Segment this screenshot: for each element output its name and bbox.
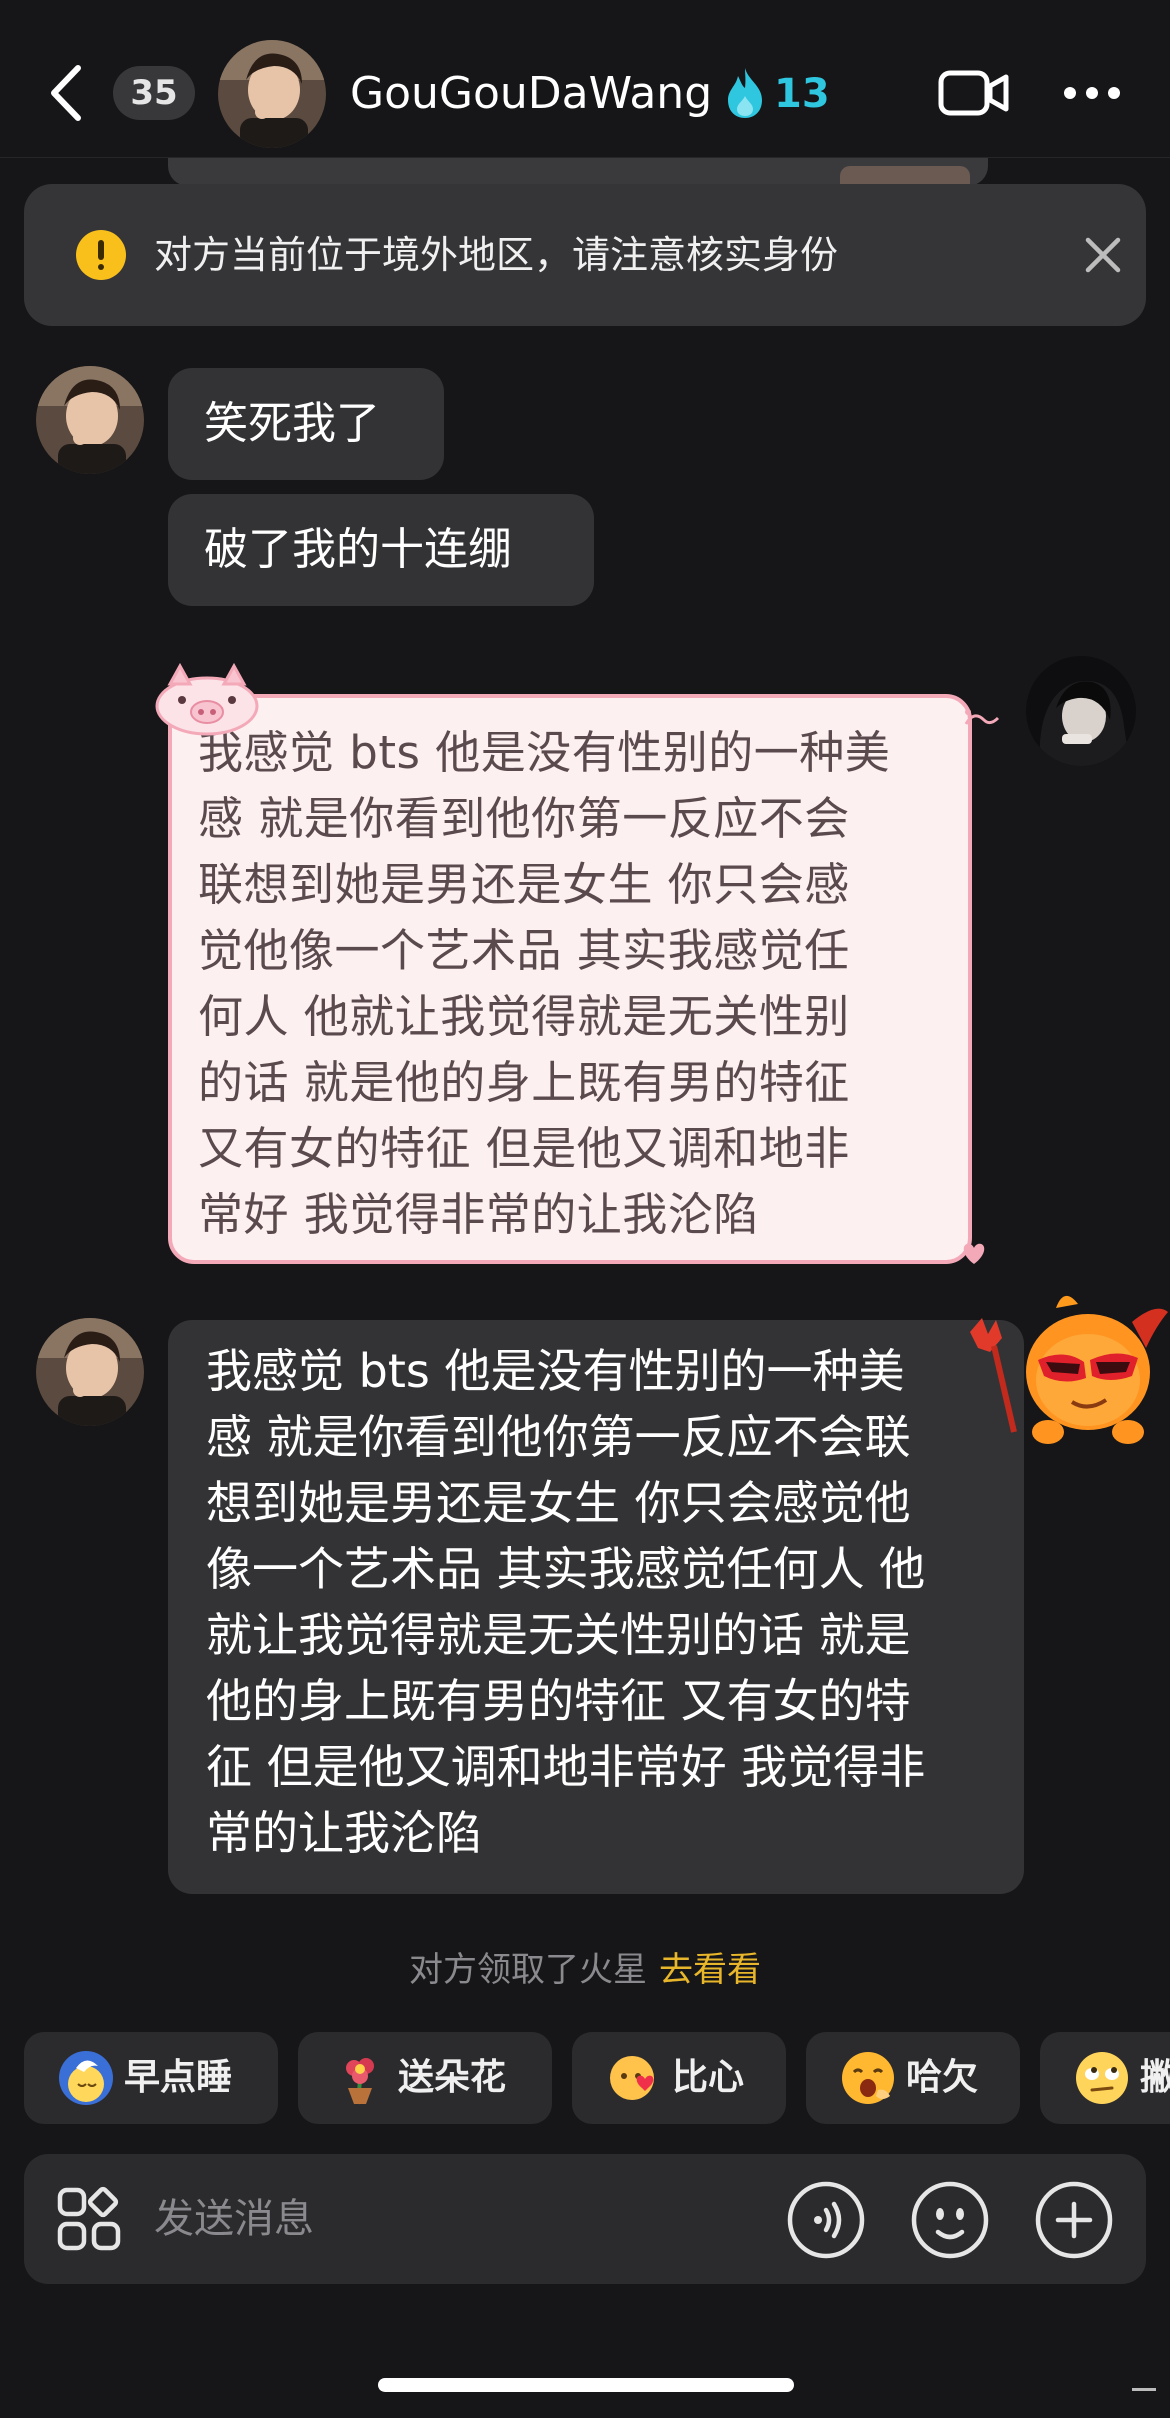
message-line: 感 就是你看到他你第一反应不会联 bbox=[206, 1410, 911, 1464]
message-bubble[interactable]: 破了我的十连绷 bbox=[168, 494, 594, 606]
devil-sticker-icon bbox=[960, 1282, 1170, 1452]
chat-header: 35 GouGouDaWang 13 bbox=[0, 0, 1170, 158]
message-line: 常好 我觉得非常的让我沦陷 bbox=[198, 1188, 759, 1241]
system-notice: 对方领取了火星 去看看 bbox=[0, 1944, 1170, 1996]
message-line: 我感觉 bts 他是没有性别的一种美 bbox=[206, 1344, 905, 1398]
previous-message-peek bbox=[168, 156, 988, 186]
unread-count-badge[interactable]: 35 bbox=[113, 66, 195, 120]
quick-reply-bar: 早点睡 送朵花 比心 哈欠 撇 bbox=[24, 2032, 1170, 2124]
quick-reply-label: 送朵花 bbox=[398, 2057, 507, 2098]
ellipsis-icon[interactable] bbox=[1062, 80, 1122, 106]
message-line: 感 就是你看到他你第一反应不会 bbox=[198, 792, 850, 845]
contact-name[interactable]: GouGouDaWang bbox=[350, 66, 712, 122]
apps-grid-icon[interactable] bbox=[56, 2186, 122, 2252]
corner-mark bbox=[1132, 2388, 1156, 2391]
heart-hands-emoji bbox=[606, 2050, 662, 2106]
eye-roll-emoji bbox=[1074, 2050, 1130, 2106]
flower-emoji bbox=[332, 2050, 388, 2106]
quick-reply-chip[interactable]: 比心 bbox=[572, 2032, 786, 2124]
message-bubble[interactable]: 我感觉 bts 他是没有性别的一种美 感 就是你看到他你第一反应不会联 想到她是… bbox=[168, 1320, 1024, 1894]
close-icon[interactable] bbox=[1076, 228, 1130, 282]
message-line: 我感觉 bts 他是没有性别的一种美 bbox=[198, 726, 891, 779]
voice-icon[interactable] bbox=[786, 2180, 866, 2260]
message-line: 常的让我沦陷 bbox=[206, 1806, 482, 1860]
heart-decoration-icon bbox=[960, 702, 1000, 742]
quick-reply-label: 哈欠 bbox=[906, 2057, 979, 2098]
chevron-left-icon[interactable] bbox=[44, 58, 92, 128]
sent-message-bubble[interactable]: 我感觉 bts 他是没有性别的一种美 感 就是你看到他你第一反应不会 联想到她是… bbox=[168, 694, 972, 1264]
message-line: 征 但是他又调和地非常好 我觉得非 bbox=[206, 1740, 926, 1794]
contact-avatar[interactable] bbox=[36, 1318, 144, 1426]
heart-decoration-icon bbox=[956, 1234, 992, 1270]
message-line: 何人 他就让我觉得就是无关性别 bbox=[198, 990, 850, 1043]
contact-avatar[interactable] bbox=[218, 40, 326, 148]
message-line: 就让我觉得就是无关性别的话 就是 bbox=[206, 1608, 911, 1662]
moon-sleep-emoji bbox=[58, 2050, 114, 2106]
message-line: 像一个艺术品 其实我感觉任何人 他 bbox=[206, 1542, 926, 1596]
message-bubble[interactable]: 笑死我了 bbox=[168, 368, 444, 480]
message-line: 又有女的特征 但是他又调和地非 bbox=[198, 1122, 850, 1175]
quick-reply-chip[interactable]: 早点睡 bbox=[24, 2032, 278, 2124]
quick-reply-label: 比心 bbox=[672, 2057, 745, 2098]
message-input-bar bbox=[24, 2154, 1146, 2284]
warning-text: 对方当前位于境外地区，请注意核实身份 bbox=[154, 233, 839, 277]
quick-reply-label: 早点睡 bbox=[124, 2057, 233, 2098]
warning-icon bbox=[76, 230, 126, 280]
system-notice-text: 对方领取了火星 bbox=[409, 1950, 647, 1990]
location-warning-banner: 对方当前位于境外地区，请注意核实身份 bbox=[24, 184, 1146, 326]
view-spark-link[interactable]: 去看看 bbox=[659, 1950, 761, 1990]
contact-avatar[interactable] bbox=[36, 366, 144, 474]
flame-icon[interactable] bbox=[726, 66, 764, 120]
spark-count: 13 bbox=[774, 71, 830, 117]
home-indicator[interactable] bbox=[378, 2378, 794, 2392]
quick-reply-chip[interactable]: 送朵花 bbox=[298, 2032, 552, 2124]
message-line: 联想到她是男还是女生 你只会感 bbox=[198, 858, 850, 911]
self-avatar[interactable] bbox=[1026, 656, 1136, 766]
message-line: 想到她是男还是女生 你只会感觉他 bbox=[206, 1476, 911, 1530]
quick-reply-chip[interactable]: 哈欠 bbox=[806, 2032, 1020, 2124]
quick-reply-label: 撇 bbox=[1140, 2057, 1170, 2098]
yawn-emoji bbox=[840, 2050, 896, 2106]
message-input[interactable] bbox=[154, 2184, 774, 2254]
message-line: 觉他像一个艺术品 其实我感觉任 bbox=[198, 924, 850, 977]
message-line: 他的身上既有男的特征 又有女的特 bbox=[206, 1674, 911, 1728]
video-call-icon[interactable] bbox=[938, 68, 1010, 118]
emoji-icon[interactable] bbox=[910, 2180, 990, 2260]
quick-reply-chip[interactable]: 撇 bbox=[1040, 2032, 1170, 2124]
plus-icon[interactable] bbox=[1034, 2180, 1114, 2260]
message-line: 的话 就是他的身上既有男的特征 bbox=[198, 1056, 850, 1109]
pig-decoration-icon bbox=[150, 660, 264, 738]
